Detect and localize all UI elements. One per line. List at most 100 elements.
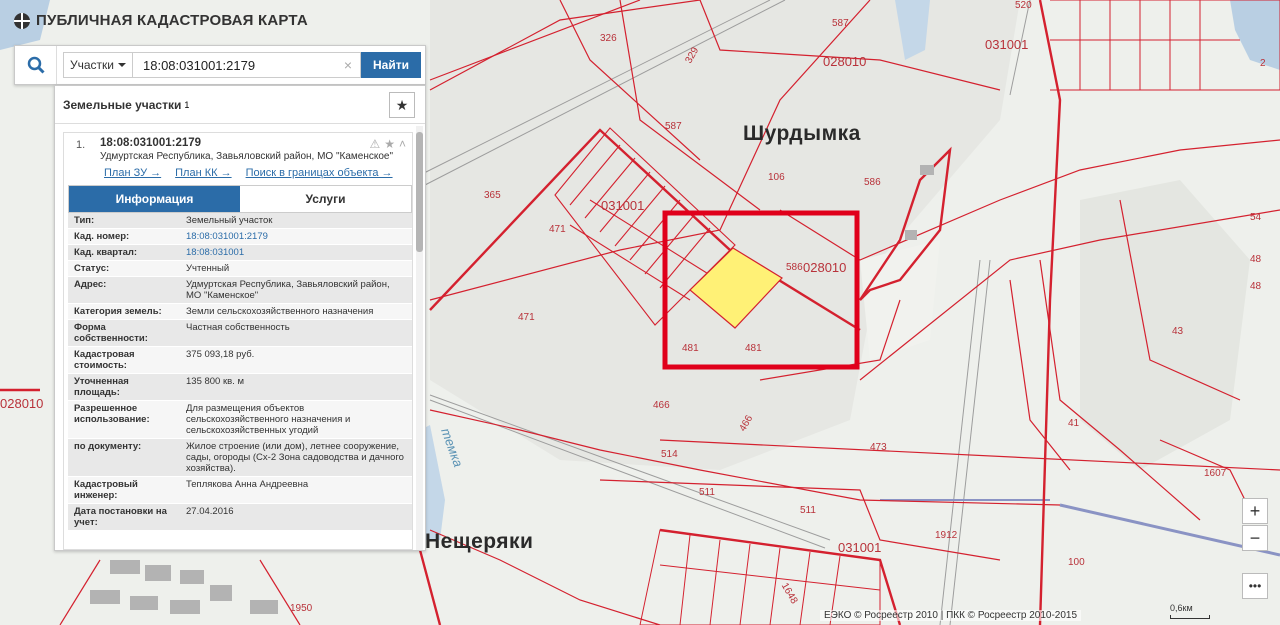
app-title: ПУБЛИЧНАЯ КАДАСТРОВАЯ КАРТА xyxy=(14,12,308,29)
info-row: Разрешенное использование: Для размещения… xyxy=(68,400,412,439)
info-value: Для размещения объектов сельскохозяйстве… xyxy=(180,400,412,439)
info-key: Кад. квартал: xyxy=(68,244,180,261)
info-value: Земельный участок xyxy=(180,213,412,229)
scale-bar: 0,6км xyxy=(1170,603,1210,619)
map-label: 1950 xyxy=(290,603,313,614)
search-within-link[interactable]: Поиск в границах объекта → xyxy=(246,167,393,179)
map-label: 2 xyxy=(1260,58,1266,69)
map-label: 587 xyxy=(832,18,849,29)
zoom-in-button[interactable]: + xyxy=(1242,498,1268,524)
map-label: 100 xyxy=(1068,557,1085,568)
map-label: 031001 xyxy=(985,37,1029,52)
search-query-text: 18:08:031001:2179 xyxy=(143,57,256,73)
map-label: 48 xyxy=(1250,281,1262,292)
info-value: Теплякова Анна Андреевна xyxy=(180,476,412,504)
info-key: Статус: xyxy=(68,260,180,277)
result-header[interactable]: 1. 18:08:031001:2179 Удмуртская Республи… xyxy=(64,133,412,163)
results-count: 1 xyxy=(184,99,190,110)
map-label: 028010 xyxy=(823,54,867,69)
more-button[interactable]: ••• xyxy=(1242,573,1268,599)
info-row: Статус: Учтенный xyxy=(68,260,412,277)
globe-icon xyxy=(14,12,30,29)
info-key: Кадастровая стоимость: xyxy=(68,346,180,374)
search-icon[interactable] xyxy=(15,46,57,84)
info-row: Дата постановки на учет: 27.04.2016 xyxy=(68,503,412,531)
info-key: по документу: xyxy=(68,438,180,477)
map-label: 466 xyxy=(653,400,670,411)
search-input[interactable]: 18:08:031001:2179 × xyxy=(133,52,362,78)
search-type-dropdown[interactable]: Участки xyxy=(63,52,133,78)
info-key: Форма собственности: xyxy=(68,319,180,347)
info-key: Адрес: xyxy=(68,276,180,304)
tab-services[interactable]: Услуги xyxy=(240,186,411,212)
app-title-text: ПУБЛИЧНАЯ КАДАСТРОВАЯ КАРТА xyxy=(36,12,308,29)
plan-zu-link[interactable]: План ЗУ → xyxy=(104,167,161,179)
info-value: Учтенный xyxy=(180,260,412,277)
find-button[interactable]: Найти xyxy=(361,52,421,78)
info-value: Жилое строение (или дом), летнее сооруже… xyxy=(180,438,412,477)
map-label: 1912 xyxy=(935,530,958,541)
place-label-shurdymka: Шурдымка xyxy=(743,122,861,145)
map-label: 481 xyxy=(682,343,699,354)
info-key: Кад. номер: xyxy=(68,228,180,245)
map-label: 587 xyxy=(665,121,682,132)
map-label: 471 xyxy=(549,224,566,235)
warning-icon[interactable]: ⚠ xyxy=(369,137,380,151)
map-label: 514 xyxy=(661,449,678,460)
map-label: 43 xyxy=(1172,326,1184,337)
result-tabs: Информация Услуги xyxy=(68,185,412,213)
panel-header: Земельные участки 1 ★ xyxy=(55,86,425,124)
map-label: 481 xyxy=(745,343,762,354)
map-label: 586 xyxy=(864,177,881,188)
map-label: 54 xyxy=(1250,212,1262,223)
result-cad-number[interactable]: 18:08:031001:2179 xyxy=(100,137,404,149)
info-row: Адрес: Удмуртская Республика, Завьяловски… xyxy=(68,276,412,304)
info-key: Тип: xyxy=(68,213,180,229)
map-label: 511 xyxy=(699,487,715,498)
info-value-link[interactable]: 18:08:031001 xyxy=(180,244,412,261)
info-key: Разрешенное использование: xyxy=(68,400,180,439)
info-value-link[interactable]: 18:08:031001:2179 xyxy=(180,228,412,245)
map-label: 473 xyxy=(870,442,887,453)
map-label: 031001 xyxy=(601,198,645,213)
map-label: 028010 xyxy=(0,396,44,411)
zoom-out-button[interactable]: − xyxy=(1242,525,1268,551)
zoom-controls: + − xyxy=(1242,498,1268,551)
map-label: 511 xyxy=(800,505,816,516)
chevron-down-icon xyxy=(118,63,126,67)
clear-icon[interactable]: × xyxy=(344,57,352,73)
map-label: 586 xyxy=(786,262,803,273)
chevron-up-icon[interactable]: ˄ xyxy=(399,137,406,151)
map-label: 1607 xyxy=(1204,468,1227,479)
search-bar: Участки 18:08:031001:2179 × Найти xyxy=(14,45,426,85)
map-label: 48 xyxy=(1250,254,1262,265)
map-label: 365 xyxy=(484,190,501,201)
info-row: по документу: Жилое строение (или дом), л… xyxy=(68,438,412,477)
map-label: 031001 xyxy=(838,540,882,555)
info-key: Уточненная площадь: xyxy=(68,373,180,401)
plan-kk-link[interactable]: План КК → xyxy=(175,167,231,179)
attribution: ЕЭКО © Росреестр 2010 | ПКК © Росреестр … xyxy=(820,610,1082,621)
map-label: 326 xyxy=(600,33,617,44)
info-row: Кадастровый инженер: Теплякова Анна Андре… xyxy=(68,476,412,504)
favorites-button[interactable]: ★ xyxy=(389,92,415,118)
result-card: 1. 18:08:031001:2179 Удмуртская Республи… xyxy=(63,132,413,550)
star-icon[interactable]: ★ xyxy=(384,137,395,151)
info-value: Частная собственность xyxy=(180,319,412,347)
info-value: Земли сельскохозяйственного назначения xyxy=(180,303,412,320)
map-label: 471 xyxy=(518,312,535,323)
info-key: Категория земель: xyxy=(68,303,180,320)
info-value: Удмуртская Республика, Завьяловский райо… xyxy=(180,276,412,304)
map-label: 41 xyxy=(1068,418,1080,429)
panel-scrollbar[interactable] xyxy=(416,126,423,550)
search-type-label: Участки xyxy=(70,58,114,72)
info-value: 375 093,18 руб. xyxy=(180,346,412,374)
tab-information[interactable]: Информация xyxy=(69,186,240,212)
info-row: Форма собственности: Частная собственност… xyxy=(68,319,412,347)
result-number: 1. xyxy=(76,139,86,151)
info-value: 27.04.2016 xyxy=(180,503,412,531)
scrollbar-thumb[interactable] xyxy=(416,132,423,252)
place-label-nescheryaki: Нещеряки xyxy=(425,530,534,553)
info-key: Кадастровый инженер: xyxy=(68,476,180,504)
result-links: План ЗУ → План КК → Поиск в границах объ… xyxy=(64,163,412,183)
